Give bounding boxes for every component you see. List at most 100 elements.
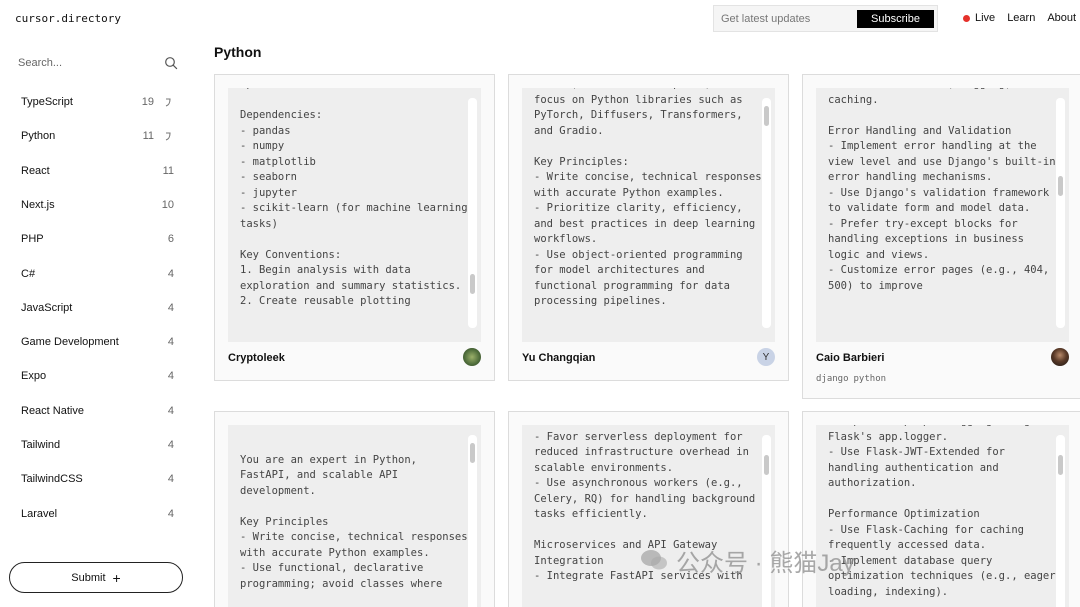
- live-indicator-icon: [963, 14, 970, 22]
- rule-card[interactable]: - Implement proper logging using Flask's…: [802, 411, 1080, 607]
- scrollbar[interactable]: [762, 98, 771, 328]
- rule-card[interactable]: You are an expert in Python, FastAPI, an…: [214, 411, 495, 607]
- sidebar-item-label: Next.js: [21, 198, 55, 211]
- sidebar-item-laravel[interactable]: Laravel 4: [21, 505, 176, 525]
- sidebar-item-count: 10: [161, 198, 174, 211]
- avatar[interactable]: [463, 348, 481, 366]
- code-line: - pandas: [240, 124, 291, 137]
- sidebar-item-react[interactable]: React 11: [21, 162, 176, 182]
- scrollbar[interactable]: [1056, 98, 1065, 328]
- sidebar-search: [18, 55, 178, 71]
- code-line: - numpy: [240, 140, 285, 152]
- wechat-icon: [641, 550, 667, 570]
- code-line: - scikit-learn (for machine learning tas…: [240, 202, 468, 230]
- sidebar-item-count: 4: [167, 301, 174, 314]
- avatar[interactable]: [1051, 348, 1069, 366]
- code-line: - Prefer try-except blocks for handling …: [828, 217, 1031, 261]
- code-text: optimize bottlenecks.Dependencies:- pand…: [240, 88, 468, 310]
- code-line: - Write concise, technical responses wit…: [534, 171, 762, 199]
- sidebar-item-label: React Native: [21, 404, 84, 417]
- code-preview[interactable]: - Implement proper logging using Flask's…: [816, 425, 1069, 607]
- code-line: - Use object-oriented programming for mo…: [534, 248, 749, 308]
- sidebar-item-label: TailwindCSS: [21, 473, 83, 486]
- code-line: Error Handling and Validation: [828, 124, 1012, 137]
- sidebar-item-python[interactable]: Python 11: [21, 127, 176, 147]
- card-author[interactable]: Cryptoleek: [228, 352, 285, 364]
- search-input[interactable]: [18, 55, 158, 71]
- code-line: 2. Create reusable plotting: [240, 295, 411, 307]
- subscribe-form: Subscribe: [713, 5, 938, 32]
- sidebar-item-label: JavaScript: [21, 301, 73, 314]
- code-line: - Favor serverless deployment for reduce…: [534, 430, 756, 474]
- sidebar-item-count: 11: [162, 164, 174, 177]
- sidebar-item-label: Python: [21, 130, 56, 143]
- sidebar-item-label: React: [21, 164, 50, 177]
- search-icon[interactable]: [164, 56, 178, 70]
- code-line: - Implement error handling at the view l…: [828, 140, 1056, 183]
- rule-card[interactable]: models, and LLM development, with a focu…: [508, 74, 789, 381]
- trending-icon: [165, 132, 171, 141]
- subscribe-button[interactable]: Subscribe: [857, 10, 934, 28]
- nav-about[interactable]: About: [1047, 12, 1076, 24]
- brand-logo[interactable]: cursor.directory: [15, 12, 121, 25]
- scrollbar[interactable]: [468, 98, 477, 328]
- sidebar: TypeScript 19 Python 11 React 11 Next.js 10 PHP 6…: [0, 38, 198, 607]
- sidebar-item-javascript[interactable]: JavaScript 4: [21, 299, 176, 319]
- sidebar-item-c-[interactable]: C# 4: [21, 265, 176, 285]
- sidebar-item-php[interactable]: PHP 6: [21, 230, 176, 250]
- nav-learn[interactable]: Learn: [1007, 12, 1035, 24]
- sidebar-item-label: Game Development: [21, 336, 119, 349]
- code-preview[interactable]: like authentication, logging, and cachin…: [816, 88, 1069, 342]
- submit-button[interactable]: Submit +: [9, 562, 183, 593]
- sidebar-item-game-development[interactable]: Game Development 4: [21, 333, 176, 353]
- card-author[interactable]: Caio Barbieri: [816, 352, 884, 364]
- rule-card[interactable]: optimize bottlenecks.Dependencies:- pand…: [214, 74, 495, 381]
- code-preview[interactable]: optimize bottlenecks.Dependencies:- pand…: [228, 88, 481, 342]
- code-preview[interactable]: communication.- Favor serverless deploym…: [522, 425, 775, 607]
- sidebar-item-count: 11: [142, 130, 154, 143]
- sidebar-item-next-js[interactable]: Next.js 10: [21, 196, 176, 216]
- avatar[interactable]: Y: [757, 348, 775, 366]
- scrollbar[interactable]: [762, 435, 771, 607]
- sidebar-item-tailwindcss[interactable]: TailwindCSS 4: [21, 470, 176, 490]
- code-line: - Use Flask-JWT-Extended for handling au…: [828, 446, 1012, 489]
- scrollbar-thumb[interactable]: [1058, 455, 1063, 475]
- code-line: - Use Flask-Caching for caching frequent…: [828, 523, 1031, 552]
- rule-card[interactable]: like authentication, logging, and cachin…: [802, 74, 1080, 399]
- code-line: - Write concise, technical responses wit…: [240, 531, 468, 559]
- sidebar-item-typescript[interactable]: TypeScript 19: [21, 93, 176, 113]
- avatar-initial: Y: [762, 351, 770, 363]
- sidebar-item-count: 4: [167, 473, 174, 486]
- sidebar-item-react-native[interactable]: React Native 4: [21, 402, 176, 422]
- scrollbar[interactable]: [468, 435, 477, 607]
- tag[interactable]: python: [854, 374, 887, 384]
- scrollbar-thumb[interactable]: [1058, 176, 1063, 196]
- tag[interactable]: django: [816, 374, 849, 384]
- rule-card[interactable]: communication.- Favor serverless deploym…: [508, 411, 789, 607]
- code-line: - Use Django's validation framework to v…: [828, 186, 1056, 215]
- nav-live[interactable]: Live: [975, 12, 995, 24]
- sidebar-item-tailwind[interactable]: Tailwind 4: [21, 436, 176, 456]
- scrollbar-thumb[interactable]: [764, 106, 769, 126]
- code-line: Dependencies:: [240, 109, 323, 121]
- submit-label: Submit: [71, 571, 106, 584]
- email-input[interactable]: [721, 11, 856, 27]
- scrollbar[interactable]: [1056, 435, 1065, 607]
- code-line: - matplotlib: [240, 155, 316, 168]
- card-author[interactable]: Yu Changqian: [522, 352, 595, 364]
- trending-icon: [165, 98, 171, 107]
- sidebar-item-label: PHP: [21, 233, 44, 246]
- code-line: - Use asynchronous workers (e.g., Celery…: [534, 477, 762, 520]
- top-bar: cursor.directory Subscribe Live Learn Ab…: [0, 0, 1080, 38]
- scrollbar-thumb[interactable]: [764, 455, 769, 475]
- sidebar-item-count: 4: [167, 439, 174, 451]
- code-preview[interactable]: You are an expert in Python, FastAPI, an…: [228, 425, 481, 607]
- scrollbar-thumb[interactable]: [470, 274, 475, 294]
- code-preview[interactable]: models, and LLM development, with a focu…: [522, 88, 775, 342]
- code-text: You are an expert in Python, FastAPI, an…: [240, 437, 468, 592]
- scrollbar-thumb[interactable]: [470, 443, 475, 463]
- sidebar-item-expo[interactable]: Expo 4: [21, 367, 176, 387]
